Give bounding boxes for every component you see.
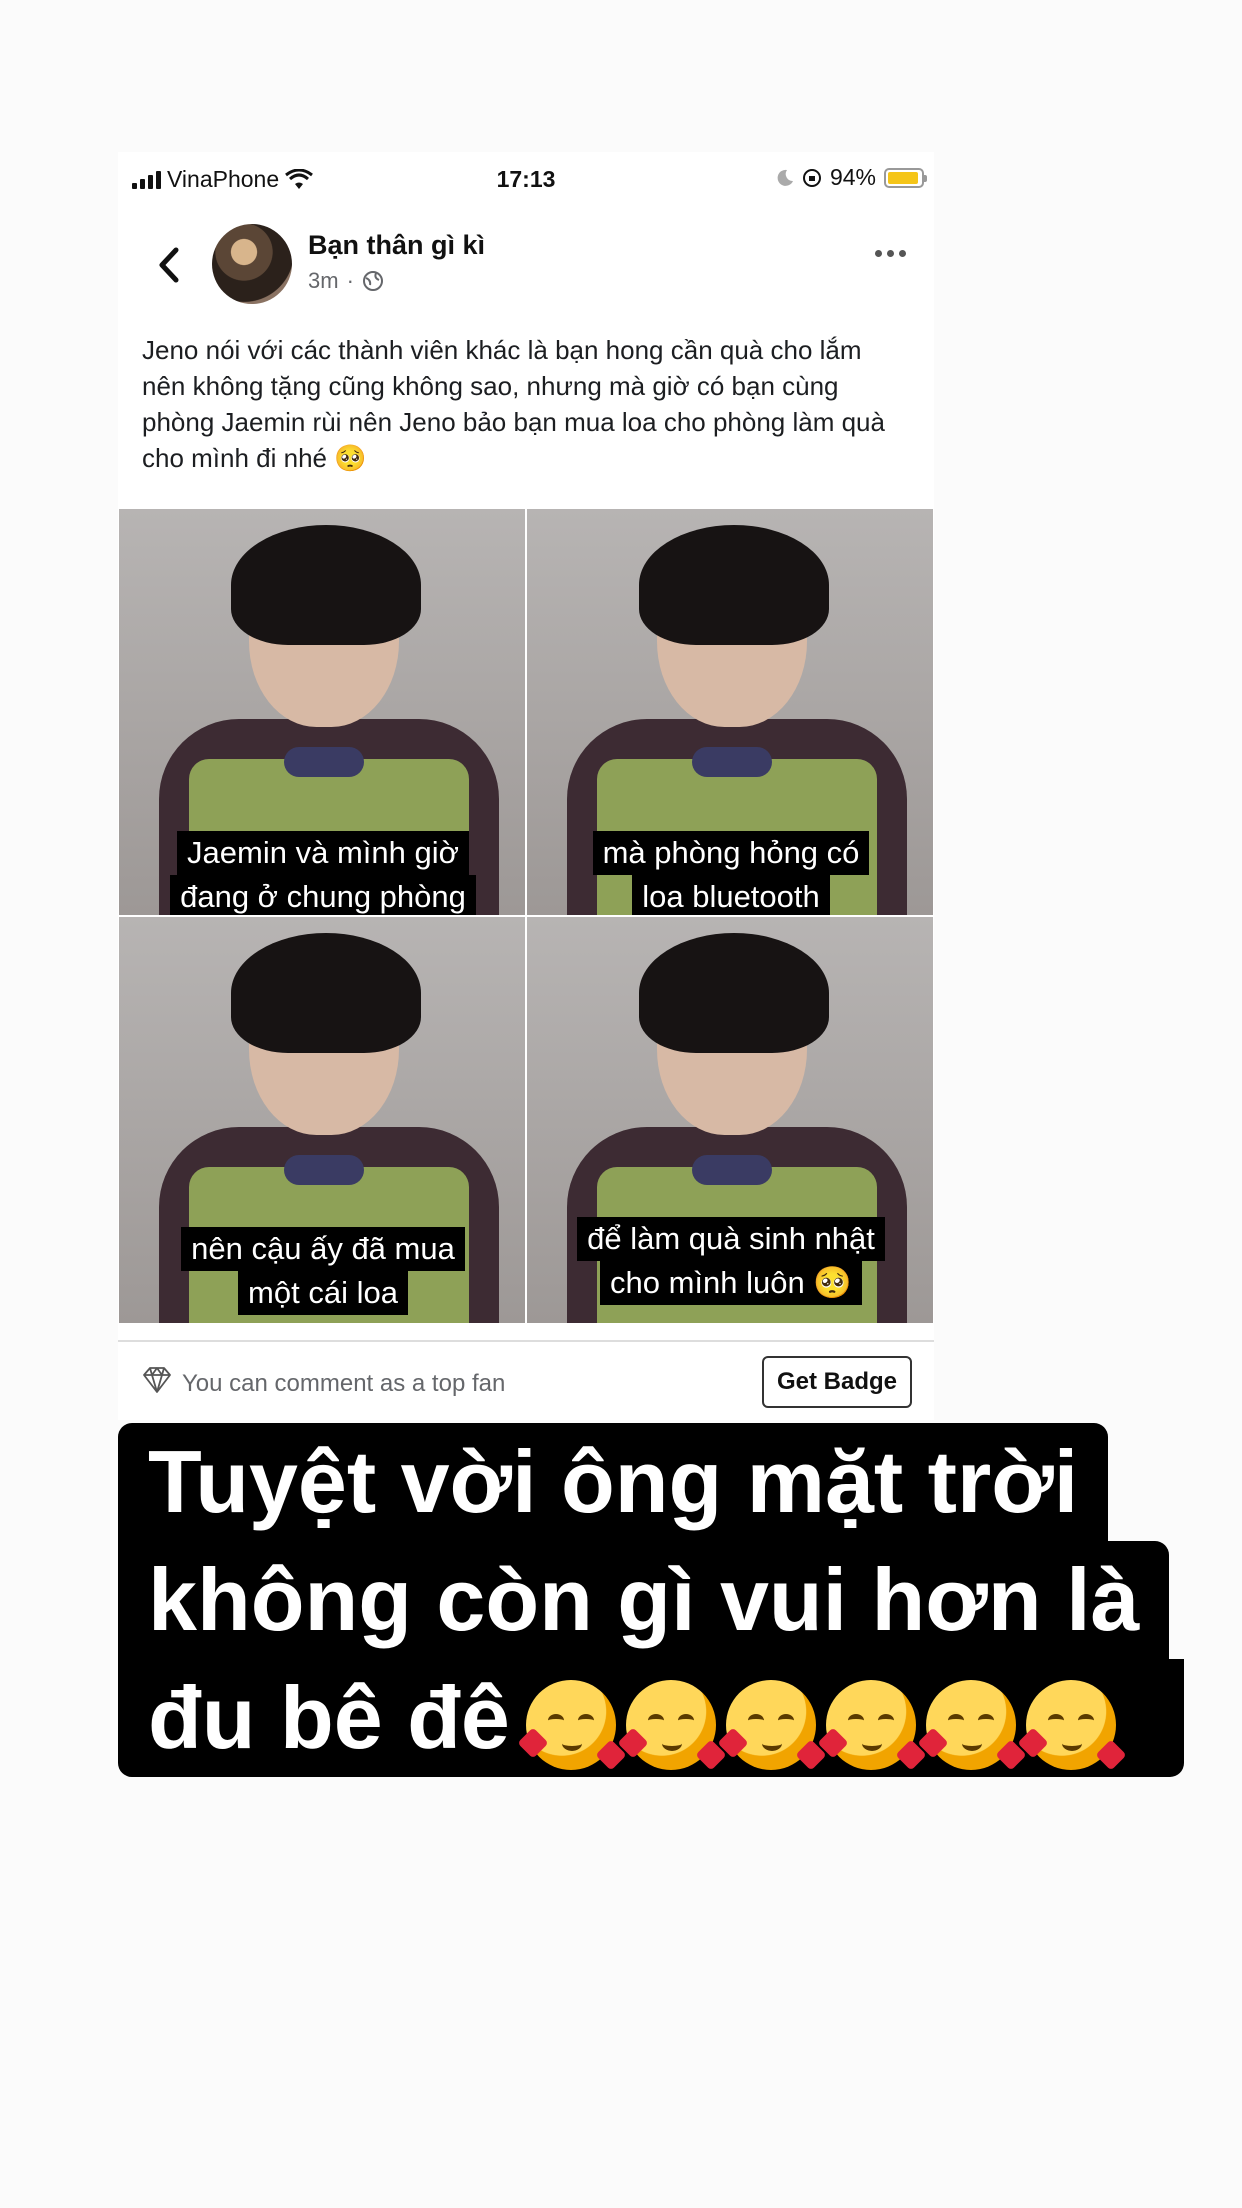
photo-1[interactable]: Jaemin và mình giờ đang ở chung phòng — [118, 508, 526, 916]
facebook-post-screenshot: VinaPhone 17:13 94% Bạn thân gì kì 3m · … — [118, 152, 934, 1420]
photo-caption: để làm quà sinh nhật cho mình luôn 🥺 — [527, 1217, 933, 1305]
battery-percent: 94% — [829, 164, 876, 190]
caption-line: đang ở chung phòng — [170, 875, 476, 915]
status-right: 94% — [776, 164, 927, 191]
smiling-face-with-hearts-icon — [517, 1679, 627, 1771]
post-meta: 3m · — [308, 268, 384, 294]
overlay-line-3: đu bê đê — [118, 1659, 1184, 1777]
overlay-line-1: Tuyệt vời ông mặt trời — [118, 1423, 1109, 1541]
caption-line: nên cậu ấy đã mua — [181, 1227, 465, 1271]
photo-2[interactable]: mà phòng hỏng có loa bluetooth — [526, 508, 934, 916]
more-options-icon[interactable] — [875, 250, 906, 257]
get-badge-button[interactable]: Get Badge — [762, 1356, 912, 1408]
meta-separator: · — [346, 268, 354, 293]
back-chevron-icon[interactable] — [148, 240, 188, 290]
caption-line: để làm quà sinh nhật — [577, 1217, 885, 1261]
caption-line: mà phòng hỏng có — [592, 831, 870, 875]
photo-caption: nên cậu ấy đã mua một cái loa — [119, 1227, 525, 1315]
page-name[interactable]: Bạn thân gì kì — [308, 230, 485, 261]
photo-caption: mà phòng hỏng có loa bluetooth — [527, 831, 933, 915]
avatar[interactable] — [212, 224, 292, 304]
status-bar: VinaPhone 17:13 94% — [118, 152, 934, 208]
comment-bar: You can comment as a top fan Get Badge — [118, 1340, 934, 1422]
moon-icon — [777, 169, 793, 186]
top-fan-comment-hint[interactable]: You can comment as a top fan — [182, 1370, 505, 1398]
caption-line: một cái loa — [238, 1271, 408, 1315]
photo-caption: Jaemin và mình giờ đang ở chung phòng — [119, 831, 525, 915]
caption-line: loa bluetooth — [632, 875, 830, 915]
photo-4[interactable]: để làm quà sinh nhật cho mình luôn 🥺 — [526, 916, 934, 1324]
orientation-lock-icon — [802, 168, 821, 187]
caption-line: cho mình luôn 🥺 — [600, 1261, 862, 1305]
overlay-line-3-text: đu bê đê — [148, 1668, 510, 1767]
caption-line: Jaemin và mình giờ — [177, 831, 469, 875]
photo-3[interactable]: nên cậu ấy đã mua một cái loa — [118, 916, 526, 1324]
smiling-face-with-hearts-icon — [1017, 1679, 1127, 1771]
diamond-icon — [143, 1367, 171, 1393]
post-text: Jeno nói với các thành viên khác là bạn … — [142, 335, 885, 473]
battery-fill — [888, 171, 919, 184]
battery-icon — [884, 167, 927, 188]
post-header: Bạn thân gì kì 3m · — [118, 222, 934, 312]
globe-icon — [362, 271, 383, 291]
smiling-face-with-hearts-icon — [917, 1679, 1027, 1771]
overlay-line-2: không còn gì vui hơn là — [118, 1541, 1170, 1659]
photo-grid[interactable]: Jaemin và mình giờ đang ở chung phòng mà… — [118, 508, 934, 1324]
smiling-face-with-hearts-icon — [717, 1679, 827, 1771]
smiling-face-with-hearts-icon — [617, 1679, 727, 1771]
emoji-row — [517, 1679, 1127, 1771]
smiling-face-with-hearts-icon — [817, 1679, 927, 1771]
post-time: 3m — [308, 268, 339, 293]
